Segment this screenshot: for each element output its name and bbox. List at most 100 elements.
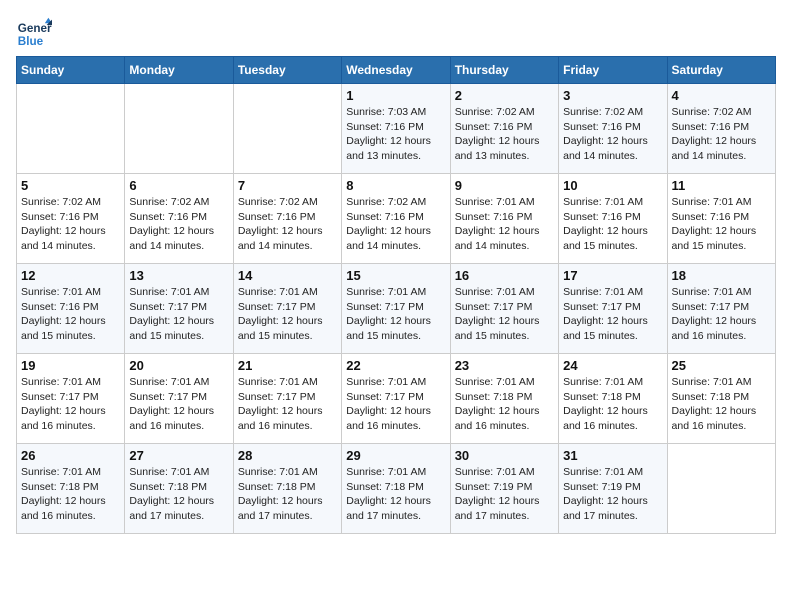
calendar-week-row: 1 Sunrise: 7:03 AM Sunset: 7:16 PM Daylig…: [17, 84, 776, 174]
svg-text:General: General: [18, 22, 52, 35]
header: General Blue: [16, 16, 776, 52]
day-number: 30: [455, 448, 554, 463]
svg-text:Blue: Blue: [18, 35, 44, 48]
day-info: Sunrise: 7:01 AM Sunset: 7:17 PM Dayligh…: [346, 285, 445, 344]
day-info: Sunrise: 7:02 AM Sunset: 7:16 PM Dayligh…: [238, 195, 337, 254]
day-number: 27: [129, 448, 228, 463]
day-header: Wednesday: [342, 57, 450, 84]
calendar-cell: 9 Sunrise: 7:01 AM Sunset: 7:16 PM Daylig…: [450, 174, 558, 264]
calendar-week-row: 12 Sunrise: 7:01 AM Sunset: 7:16 PM Dayli…: [17, 264, 776, 354]
day-number: 13: [129, 268, 228, 283]
logo-icon: General Blue: [16, 16, 52, 52]
day-number: 29: [346, 448, 445, 463]
day-number: 23: [455, 358, 554, 373]
day-number: 20: [129, 358, 228, 373]
day-info: Sunrise: 7:01 AM Sunset: 7:18 PM Dayligh…: [563, 375, 662, 434]
calendar-cell: 13 Sunrise: 7:01 AM Sunset: 7:17 PM Dayli…: [125, 264, 233, 354]
day-header: Sunday: [17, 57, 125, 84]
day-info: Sunrise: 7:01 AM Sunset: 7:18 PM Dayligh…: [672, 375, 771, 434]
day-info: Sunrise: 7:01 AM Sunset: 7:19 PM Dayligh…: [455, 465, 554, 524]
day-number: 31: [563, 448, 662, 463]
day-number: 12: [21, 268, 120, 283]
day-number: 15: [346, 268, 445, 283]
day-info: Sunrise: 7:01 AM Sunset: 7:17 PM Dayligh…: [129, 375, 228, 434]
calendar-cell: 20 Sunrise: 7:01 AM Sunset: 7:17 PM Dayli…: [125, 354, 233, 444]
day-info: Sunrise: 7:01 AM Sunset: 7:16 PM Dayligh…: [21, 285, 120, 344]
day-number: 3: [563, 88, 662, 103]
calendar-cell: 19Sunrise: 7:01 AM Sunset: 7:17 PM Dayli…: [17, 354, 125, 444]
day-info: Sunrise: 7:01 AM Sunset: 7:19 PM Dayligh…: [563, 465, 662, 524]
day-number: 24: [563, 358, 662, 373]
day-number: 14: [238, 268, 337, 283]
calendar-cell: 4Sunrise: 7:02 AM Sunset: 7:16 PM Daylig…: [667, 84, 775, 174]
day-number: 9: [455, 178, 554, 193]
day-number: 26: [21, 448, 120, 463]
calendar-cell: 2 Sunrise: 7:02 AM Sunset: 7:16 PM Daylig…: [450, 84, 558, 174]
day-info: Sunrise: 7:01 AM Sunset: 7:17 PM Dayligh…: [238, 375, 337, 434]
calendar-cell: 6Sunrise: 7:02 AM Sunset: 7:16 PM Daylig…: [125, 174, 233, 264]
calendar-cell: 14Sunrise: 7:01 AM Sunset: 7:17 PM Dayli…: [233, 264, 341, 354]
day-number: 8: [346, 178, 445, 193]
day-info: Sunrise: 7:01 AM Sunset: 7:16 PM Dayligh…: [455, 195, 554, 254]
day-info: Sunrise: 7:01 AM Sunset: 7:17 PM Dayligh…: [563, 285, 662, 344]
calendar-cell: 8 Sunrise: 7:02 AM Sunset: 7:16 PM Daylig…: [342, 174, 450, 264]
calendar-week-row: 19Sunrise: 7:01 AM Sunset: 7:17 PM Dayli…: [17, 354, 776, 444]
day-number: 2: [455, 88, 554, 103]
day-info: Sunrise: 7:01 AM Sunset: 7:18 PM Dayligh…: [129, 465, 228, 524]
day-number: 16: [455, 268, 554, 283]
day-info: Sunrise: 7:01 AM Sunset: 7:17 PM Dayligh…: [129, 285, 228, 344]
calendar-cell: 10 Sunrise: 7:01 AM Sunset: 7:16 PM Dayli…: [559, 174, 667, 264]
day-info: Sunrise: 7:01 AM Sunset: 7:17 PM Dayligh…: [346, 375, 445, 434]
day-number: 17: [563, 268, 662, 283]
day-header: Thursday: [450, 57, 558, 84]
day-info: Sunrise: 7:02 AM Sunset: 7:16 PM Dayligh…: [346, 195, 445, 254]
calendar-cell: 15 Sunrise: 7:01 AM Sunset: 7:17 PM Dayli…: [342, 264, 450, 354]
day-header: Saturday: [667, 57, 775, 84]
day-number: 21: [238, 358, 337, 373]
calendar-cell: 18 Sunrise: 7:01 AM Sunset: 7:17 PM Dayli…: [667, 264, 775, 354]
day-header: Friday: [559, 57, 667, 84]
day-number: 10: [563, 178, 662, 193]
day-number: 25: [672, 358, 771, 373]
calendar-cell: [125, 84, 233, 174]
calendar-cell: 16Sunrise: 7:01 AM Sunset: 7:17 PM Dayli…: [450, 264, 558, 354]
day-info: Sunrise: 7:01 AM Sunset: 7:17 PM Dayligh…: [21, 375, 120, 434]
calendar-week-row: 26 Sunrise: 7:01 AM Sunset: 7:18 PM Dayli…: [17, 444, 776, 534]
calendar-cell: 5 Sunrise: 7:02 AM Sunset: 7:16 PM Daylig…: [17, 174, 125, 264]
logo: General Blue: [16, 16, 52, 52]
calendar-week-row: 5 Sunrise: 7:02 AM Sunset: 7:16 PM Daylig…: [17, 174, 776, 264]
calendar-cell: 22Sunrise: 7:01 AM Sunset: 7:17 PM Dayli…: [342, 354, 450, 444]
day-header: Monday: [125, 57, 233, 84]
calendar-cell: 30 Sunrise: 7:01 AM Sunset: 7:19 PM Dayli…: [450, 444, 558, 534]
day-number: 5: [21, 178, 120, 193]
calendar-cell: [667, 444, 775, 534]
header-row: SundayMondayTuesdayWednesdayThursdayFrid…: [17, 57, 776, 84]
day-number: 18: [672, 268, 771, 283]
day-number: 1: [346, 88, 445, 103]
calendar-cell: 17 Sunrise: 7:01 AM Sunset: 7:17 PM Dayli…: [559, 264, 667, 354]
day-info: Sunrise: 7:01 AM Sunset: 7:18 PM Dayligh…: [346, 465, 445, 524]
calendar-cell: 29 Sunrise: 7:01 AM Sunset: 7:18 PM Dayli…: [342, 444, 450, 534]
day-number: 11: [672, 178, 771, 193]
day-info: Sunrise: 7:02 AM Sunset: 7:16 PM Dayligh…: [455, 105, 554, 164]
day-number: 28: [238, 448, 337, 463]
day-info: Sunrise: 7:02 AM Sunset: 7:16 PM Dayligh…: [563, 105, 662, 164]
calendar-cell: 21 Sunrise: 7:01 AM Sunset: 7:17 PM Dayli…: [233, 354, 341, 444]
day-info: Sunrise: 7:02 AM Sunset: 7:16 PM Dayligh…: [21, 195, 120, 254]
calendar-cell: 3 Sunrise: 7:02 AM Sunset: 7:16 PM Daylig…: [559, 84, 667, 174]
calendar-cell: 23 Sunrise: 7:01 AM Sunset: 7:18 PM Dayli…: [450, 354, 558, 444]
day-info: Sunrise: 7:01 AM Sunset: 7:18 PM Dayligh…: [455, 375, 554, 434]
day-number: 7: [238, 178, 337, 193]
calendar-cell: 27 Sunrise: 7:01 AM Sunset: 7:18 PM Dayli…: [125, 444, 233, 534]
day-info: Sunrise: 7:01 AM Sunset: 7:17 PM Dayligh…: [672, 285, 771, 344]
calendar-cell: 31 Sunrise: 7:01 AM Sunset: 7:19 PM Dayli…: [559, 444, 667, 534]
day-info: Sunrise: 7:03 AM Sunset: 7:16 PM Dayligh…: [346, 105, 445, 164]
calendar-table: SundayMondayTuesdayWednesdayThursdayFrid…: [16, 56, 776, 534]
day-info: Sunrise: 7:01 AM Sunset: 7:18 PM Dayligh…: [238, 465, 337, 524]
day-header: Tuesday: [233, 57, 341, 84]
calendar-cell: 28 Sunrise: 7:01 AM Sunset: 7:18 PM Dayli…: [233, 444, 341, 534]
calendar-cell: 26Sunrise: 7:01 AM Sunset: 7:18 PM Dayli…: [17, 444, 125, 534]
calendar-cell: 1 Sunrise: 7:03 AM Sunset: 7:16 PM Daylig…: [342, 84, 450, 174]
calendar-cell: 7 Sunrise: 7:02 AM Sunset: 7:16 PM Daylig…: [233, 174, 341, 264]
day-info: Sunrise: 7:01 AM Sunset: 7:16 PM Dayligh…: [563, 195, 662, 254]
